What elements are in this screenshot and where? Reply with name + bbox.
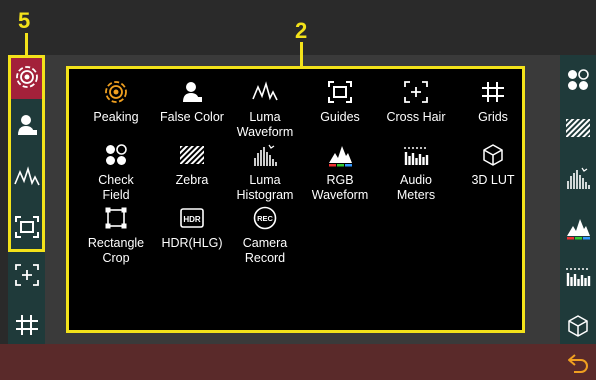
peaking-icon xyxy=(103,79,129,105)
cross-hair-icon xyxy=(403,79,429,105)
tool-camera-record[interactable]: REC Camera Record xyxy=(223,205,307,266)
left-sidebar-false-color-button[interactable] xyxy=(8,103,45,147)
luma-waveform-icon xyxy=(13,166,40,188)
3d-lut-icon xyxy=(480,142,506,168)
right-sidebar-audio-meters-button[interactable] xyxy=(560,254,596,298)
left-sidebar xyxy=(8,55,45,344)
tool-label: Cross Hair xyxy=(386,110,446,124)
guides-icon xyxy=(14,216,39,238)
back-button[interactable] xyxy=(565,352,591,376)
luma-histogram-icon xyxy=(566,166,590,190)
back-arrow-icon xyxy=(566,353,590,375)
tool-label: Luma Waveform xyxy=(236,110,294,139)
luma-waveform-icon xyxy=(252,79,278,105)
check-field-icon xyxy=(566,68,590,92)
tool-luma-waveform[interactable]: Luma Waveform xyxy=(223,79,307,140)
peaking-icon xyxy=(14,64,40,90)
tool-label: Peaking xyxy=(93,110,139,124)
zebra-icon xyxy=(566,119,590,137)
left-sidebar-guides-button[interactable] xyxy=(8,205,45,249)
tool-hdr-hlg[interactable]: HDR HDR(HLG) xyxy=(150,205,234,251)
left-sidebar-luma-waveform-button[interactable] xyxy=(8,155,45,199)
tool-label: Guides xyxy=(320,110,360,124)
audio-meters-icon xyxy=(565,265,591,287)
callout-leader-2 xyxy=(300,42,303,66)
tool-label: Grids xyxy=(478,110,508,124)
false-color-icon xyxy=(15,113,39,137)
left-sidebar-cross-hair-button[interactable] xyxy=(8,253,45,297)
tool-label: False Color xyxy=(160,110,224,124)
tool-rectangle-crop[interactable]: Rectangle Crop xyxy=(74,205,158,266)
tool-label: Zebra xyxy=(175,173,209,187)
zebra-icon xyxy=(179,142,205,168)
right-sidebar-rgb-waveform-button[interactable] xyxy=(560,206,596,250)
left-sidebar-grids-button[interactable] xyxy=(8,303,45,347)
tool-label: Rectangle Crop xyxy=(87,236,145,265)
callout-leader-5 xyxy=(25,33,28,55)
rgb-waveform-icon xyxy=(565,216,591,240)
tool-label: Camera Record xyxy=(242,236,288,265)
grids-icon xyxy=(480,79,506,105)
luma-histogram-icon xyxy=(252,142,278,168)
tool-label: 3D LUT xyxy=(471,173,515,187)
bottom-bar xyxy=(0,344,596,380)
right-sidebar-3d-lut-button[interactable] xyxy=(560,304,596,348)
rgb-waveform-icon xyxy=(327,142,353,168)
right-sidebar-check-field-button[interactable] xyxy=(560,58,596,102)
check-field-icon xyxy=(103,142,129,168)
tool-cross-hair[interactable]: Cross Hair xyxy=(374,79,458,125)
right-sidebar-zebra-button[interactable] xyxy=(560,106,596,150)
tool-label: RGB Waveform xyxy=(311,173,369,202)
tool-false-color[interactable]: False Color xyxy=(150,79,234,125)
tool-guides[interactable]: Guides xyxy=(298,79,382,125)
tool-label: HDR(HLG) xyxy=(161,236,223,250)
tool-peaking[interactable]: Peaking xyxy=(74,79,158,125)
right-sidebar-luma-histogram-button[interactable] xyxy=(560,156,596,200)
false-color-icon xyxy=(179,79,205,105)
right-sidebar xyxy=(560,55,596,344)
rec-icon-text: REC xyxy=(257,214,273,223)
callout-number-2: 2 xyxy=(295,18,308,43)
tool-label: Check Field xyxy=(98,173,134,202)
cross-hair-icon xyxy=(14,264,39,286)
hdr-icon-text: HDR xyxy=(183,215,201,224)
tool-grids[interactable]: Grids xyxy=(451,79,535,125)
rectangle-crop-icon xyxy=(103,205,129,231)
grids-icon xyxy=(15,314,39,336)
tool-zebra[interactable]: Zebra xyxy=(150,142,234,188)
tool-check-field[interactable]: Check Field xyxy=(74,142,158,203)
3d-lut-icon xyxy=(567,315,589,337)
guides-icon xyxy=(327,79,353,105)
audio-meters-icon xyxy=(403,142,429,168)
left-sidebar-peaking-button[interactable] xyxy=(8,55,45,99)
tool-audio-meters[interactable]: Audio Meters xyxy=(374,142,458,203)
hdr-icon: HDR xyxy=(179,205,205,231)
tool-3d-lut[interactable]: 3D LUT xyxy=(451,142,535,188)
tool-rgb-waveform[interactable]: RGB Waveform xyxy=(298,142,382,203)
tool-luma-histogram[interactable]: Luma Histogram xyxy=(223,142,307,203)
tool-grid-panel: Peaking False Color Luma Waveform Guides … xyxy=(66,66,525,333)
tool-label: Luma Histogram xyxy=(236,173,294,202)
callout-number-5: 5 xyxy=(18,8,31,33)
camera-record-icon: REC xyxy=(252,205,278,231)
tool-label: Audio Meters xyxy=(396,173,436,202)
